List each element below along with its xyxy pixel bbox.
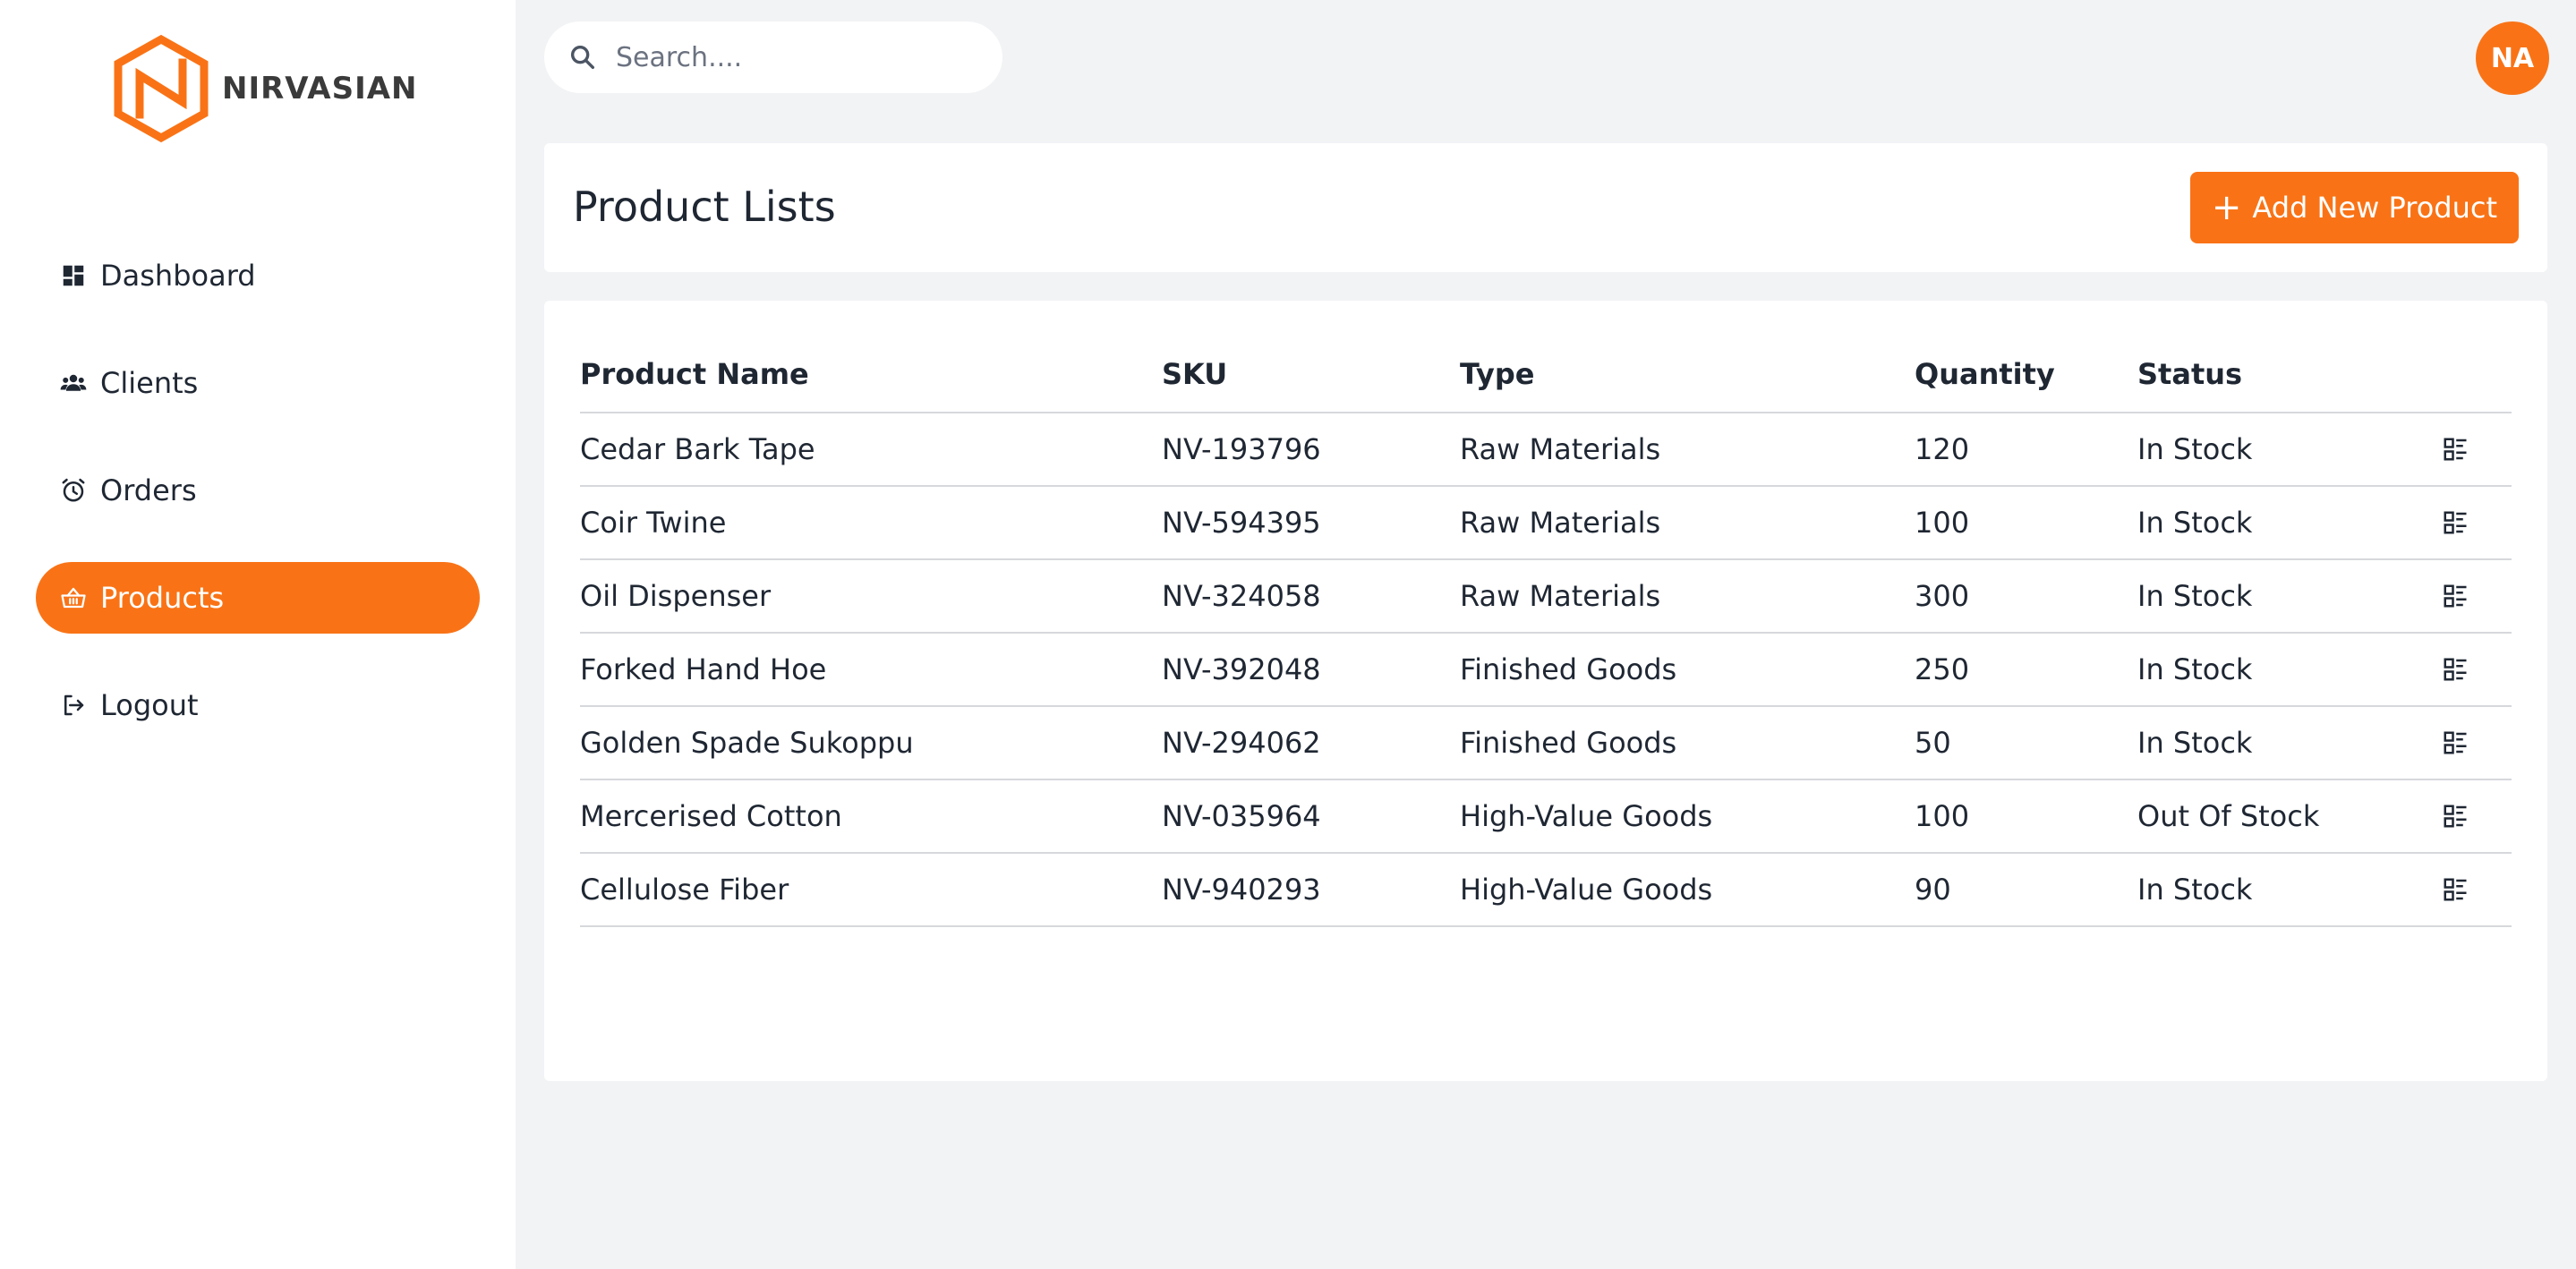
product-table-card: Product Name SKU Type Quantity Status Ce… xyxy=(544,301,2547,1081)
cell-sku: NV-035964 xyxy=(1162,779,1460,854)
cell-type: High-Value Goods xyxy=(1460,853,1915,927)
table-row[interactable]: Cedar Bark Tape NV-193796 Raw Materials … xyxy=(580,413,2512,487)
cell-quantity: 250 xyxy=(1915,633,2137,707)
sidebar-item-clients[interactable]: Clients xyxy=(36,347,480,419)
details-list-icon[interactable] xyxy=(2442,853,2512,927)
add-new-product-button[interactable]: + Add New Product xyxy=(2189,172,2519,243)
cell-product-name: Oil Dispenser xyxy=(580,559,1162,634)
sidebar-item-label: Orders xyxy=(100,473,197,507)
cell-type: Raw Materials xyxy=(1460,559,1915,634)
page-header: Product Lists + Add New Product xyxy=(544,143,2547,272)
cell-sku: NV-324058 xyxy=(1162,559,1460,634)
cell-status: In Stock xyxy=(2137,486,2442,560)
details-list-icon[interactable] xyxy=(2442,559,2512,634)
column-header-product-name[interactable]: Product Name xyxy=(580,336,1162,413)
cell-quantity: 50 xyxy=(1915,706,2137,780)
table-row[interactable]: Golden Spade Sukoppu NV-294062 Finished … xyxy=(580,706,2512,780)
cell-status: In Stock xyxy=(2137,413,2442,487)
table-header-row: Product Name SKU Type Quantity Status xyxy=(580,336,2512,413)
cell-quantity: 100 xyxy=(1915,779,2137,854)
product-table: Product Name SKU Type Quantity Status Ce… xyxy=(580,336,2512,927)
details-list-icon[interactable] xyxy=(2442,413,2512,487)
cell-product-name: Coir Twine xyxy=(580,486,1162,560)
cell-status: Out Of Stock xyxy=(2137,779,2442,854)
cell-sku: NV-940293 xyxy=(1162,853,1460,927)
cell-product-name: Golden Spade Sukoppu xyxy=(580,706,1162,780)
column-header-quantity[interactable]: Quantity xyxy=(1915,336,2137,413)
cell-type: Finished Goods xyxy=(1460,706,1915,780)
column-header-status[interactable]: Status xyxy=(2137,336,2442,413)
column-header-sku[interactable]: SKU xyxy=(1162,336,1460,413)
search-icon xyxy=(570,45,595,70)
sidebar-nav: Dashboard Clients Orders Products Logout xyxy=(36,240,480,777)
cell-product-name: Forked Hand Hoe xyxy=(580,633,1162,707)
logout-icon xyxy=(57,689,90,721)
plus-icon: + xyxy=(2211,187,2242,228)
details-list-icon[interactable] xyxy=(2442,633,2512,707)
details-list-icon[interactable] xyxy=(2442,779,2512,854)
brand-logo[interactable]: NIRVASIAN xyxy=(111,34,418,143)
table-row[interactable]: Forked Hand Hoe NV-392048 Finished Goods… xyxy=(580,633,2512,707)
table-row[interactable]: Mercerised Cotton NV-035964 High-Value G… xyxy=(580,779,2512,854)
sidebar-item-orders[interactable]: Orders xyxy=(36,455,480,526)
details-list-icon[interactable] xyxy=(2442,486,2512,560)
cell-quantity: 120 xyxy=(1915,413,2137,487)
cell-sku: NV-193796 xyxy=(1162,413,1460,487)
cell-type: Raw Materials xyxy=(1460,486,1915,560)
app: NIRVASIAN Dashboard Clients Orders Produ… xyxy=(0,0,2576,1269)
add-new-product-label: Add New Product xyxy=(2252,191,2497,225)
sidebar-item-label: Dashboard xyxy=(100,259,256,293)
search-input[interactable] xyxy=(614,40,976,74)
user-avatar[interactable]: NA xyxy=(2476,21,2549,95)
cell-product-name: Cellulose Fiber xyxy=(580,853,1162,927)
column-header-type[interactable]: Type xyxy=(1460,336,1915,413)
table-row[interactable]: Coir Twine NV-594395 Raw Materials 100 I… xyxy=(580,486,2512,560)
column-header-actions xyxy=(2442,336,2512,413)
dashboard-icon xyxy=(57,260,90,292)
brand-name: NIRVASIAN xyxy=(222,71,418,106)
users-icon xyxy=(57,367,90,399)
cell-product-name: Mercerised Cotton xyxy=(580,779,1162,854)
sidebar-item-dashboard[interactable]: Dashboard xyxy=(36,240,480,311)
sidebar-item-label: Clients xyxy=(100,366,199,400)
details-list-icon[interactable] xyxy=(2442,706,2512,780)
sidebar-item-products[interactable]: Products xyxy=(36,562,480,634)
cell-status: In Stock xyxy=(2137,853,2442,927)
cell-sku: NV-392048 xyxy=(1162,633,1460,707)
nirvasian-logo-icon xyxy=(114,34,209,143)
cell-quantity: 300 xyxy=(1915,559,2137,634)
sidebar-item-label: Logout xyxy=(100,688,199,722)
cell-product-name: Cedar Bark Tape xyxy=(580,413,1162,487)
cell-type: Finished Goods xyxy=(1460,633,1915,707)
sidebar-item-label: Products xyxy=(100,581,225,615)
cell-sku: NV-294062 xyxy=(1162,706,1460,780)
cell-type: Raw Materials xyxy=(1460,413,1915,487)
cell-status: In Stock xyxy=(2137,706,2442,780)
sidebar-item-logout[interactable]: Logout xyxy=(36,669,480,741)
basket-icon xyxy=(57,582,90,614)
cell-status: In Stock xyxy=(2137,633,2442,707)
table-row[interactable]: Cellulose Fiber NV-940293 High-Value Goo… xyxy=(580,853,2512,927)
cell-sku: NV-594395 xyxy=(1162,486,1460,560)
cell-quantity: 90 xyxy=(1915,853,2137,927)
cell-type: High-Value Goods xyxy=(1460,779,1915,854)
page-title: Product Lists xyxy=(573,183,836,231)
table-row[interactable]: Oil Dispenser NV-324058 Raw Materials 30… xyxy=(580,559,2512,634)
cell-quantity: 100 xyxy=(1915,486,2137,560)
alarm-clock-icon xyxy=(57,474,90,507)
cell-status: In Stock xyxy=(2137,559,2442,634)
sidebar: NIRVASIAN Dashboard Clients Orders Produ… xyxy=(0,0,516,1269)
search-bar xyxy=(544,21,1002,93)
